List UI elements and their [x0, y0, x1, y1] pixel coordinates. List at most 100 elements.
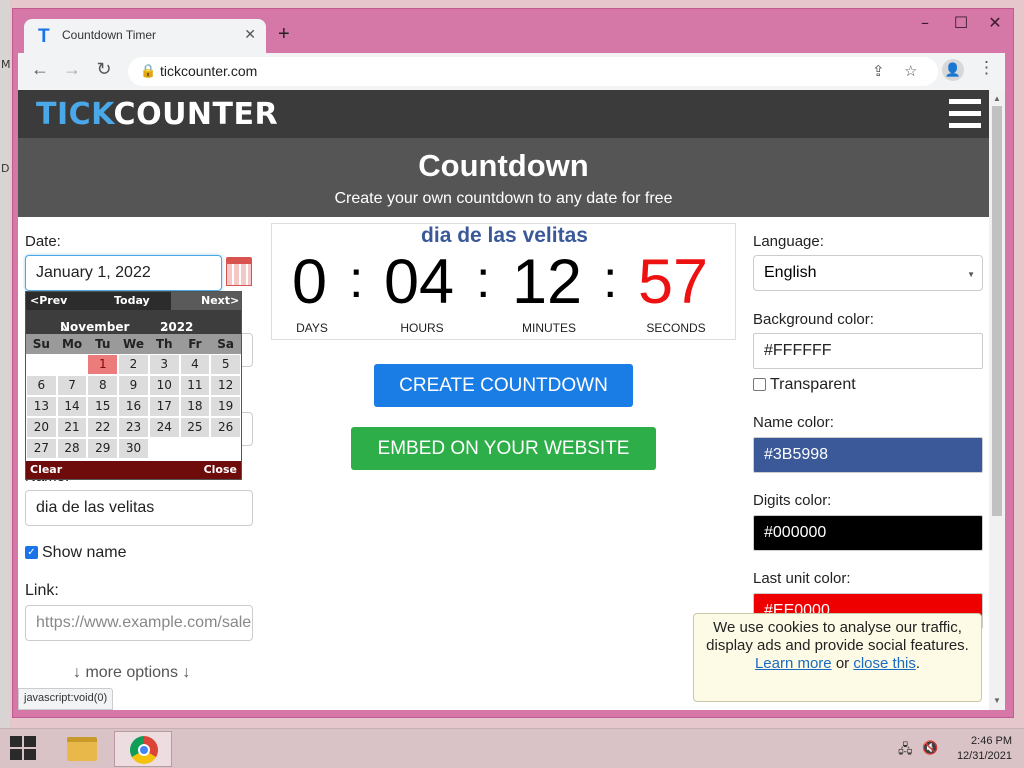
day-cell[interactable]: 20 — [26, 417, 57, 438]
status-tooltip: javascript:void(0) — [18, 688, 114, 710]
day-cell-empty — [26, 354, 57, 375]
datepicker-prev[interactable]: <Prev — [30, 294, 67, 307]
create-countdown-button[interactable]: CREATE COUNTDOWN — [374, 364, 633, 407]
weekday-label: Tu — [87, 334, 119, 354]
day-cell[interactable]: 23 — [118, 417, 149, 438]
chrome-taskbar-icon[interactable] — [114, 731, 172, 767]
volume-muted-icon[interactable]: 🔇 — [922, 740, 938, 756]
chrome-menu-icon[interactable]: ⋮ — [978, 58, 995, 78]
windows-start-icon[interactable] — [10, 736, 38, 762]
transparent-checkbox[interactable] — [753, 378, 766, 391]
browser-tab[interactable]: T Countdown Timer ✕ — [24, 19, 266, 53]
scroll-thumb[interactable] — [992, 106, 1002, 516]
minimize-button[interactable]: – — [910, 13, 940, 32]
tickcounter-logo[interactable]: TICKCOUNTER — [36, 97, 278, 132]
datepicker-today[interactable]: Today — [114, 294, 150, 307]
share-icon[interactable]: ⇪ — [872, 62, 885, 80]
day-cell[interactable]: 29 — [87, 438, 119, 459]
lock-icon[interactable]: 🔒 — [140, 63, 156, 79]
file-explorer-icon[interactable] — [52, 731, 110, 767]
datepicker-close[interactable]: Close — [204, 463, 237, 476]
day-cell[interactable]: 25 — [179, 417, 211, 438]
transparent-label[interactable]: Transparent — [770, 376, 856, 394]
bookmark-star-icon[interactable]: ☆ — [904, 62, 917, 80]
chevron-down-icon: ⌄ — [160, 320, 171, 334]
day-cell-empty — [148, 438, 180, 459]
hero-banner: Countdown Create your own countdown to a… — [18, 138, 989, 217]
datepicker-next[interactable]: Next> — [201, 294, 239, 307]
cookie-or: or — [835, 655, 850, 672]
close-cookie-link[interactable]: close this — [853, 655, 916, 672]
day-cell[interactable]: 10 — [148, 375, 180, 396]
seconds-value: 57 — [638, 247, 709, 317]
cookie-banner: We use cookies to analyse our traffic, d… — [693, 613, 982, 702]
day-cell[interactable]: 15 — [87, 396, 119, 417]
hamburger-menu-icon[interactable] — [949, 99, 981, 135]
bg-color-input[interactable]: #FFFFFF — [753, 333, 983, 369]
browser-toolbar: ← → ↻ 🔒 tickcounter.com ⇪ ☆ 👤 ⋮ — [18, 53, 1005, 90]
maximize-button[interactable]: ☐ — [946, 13, 976, 32]
day-cell[interactable]: 26 — [210, 417, 241, 438]
scroll-up-icon[interactable]: ▲ — [993, 94, 1001, 103]
cookie-period: . — [915, 655, 921, 672]
day-cell[interactable]: 12 — [210, 375, 241, 396]
profile-icon[interactable]: 👤 — [942, 59, 964, 81]
back-icon[interactable]: ← — [28, 59, 52, 80]
day-cell[interactable]: 8 — [87, 375, 119, 396]
date-input[interactable]: January 1, 2022 — [25, 255, 222, 291]
day-cell[interactable]: 19 — [210, 396, 241, 417]
url-text[interactable]: tickcounter.com — [160, 63, 257, 79]
link-label: Link: — [25, 582, 59, 599]
system-clock[interactable]: 2:46 PM 12/31/2021 — [950, 734, 1012, 764]
learn-more-link[interactable]: Learn more — [755, 655, 832, 672]
language-select[interactable]: English ▼ — [753, 255, 983, 291]
name-color-input[interactable]: #3B5998 — [753, 437, 983, 473]
desktop-edge: M D — [0, 0, 11, 730]
day-cell[interactable]: 17 — [148, 396, 180, 417]
datepicker-clear[interactable]: Clear — [30, 463, 62, 476]
day-cell[interactable]: 7 — [56, 375, 88, 396]
day-cell-empty — [56, 354, 88, 375]
network-icon[interactable]: 🖧 — [898, 740, 913, 762]
day-cell[interactable]: 3 — [148, 354, 180, 375]
embed-button[interactable]: EMBED ON YOUR WEBSITE — [351, 427, 656, 470]
day-cell[interactable]: 4 — [179, 354, 211, 375]
forward-icon[interactable]: → — [60, 59, 84, 80]
clock-date: 12/31/2021 — [956, 750, 1012, 762]
bg-color-label: Background color: — [753, 311, 874, 328]
name-input[interactable]: dia de las velitas — [25, 490, 253, 526]
day-cell[interactable]: 27 — [26, 438, 57, 459]
day-cell[interactable]: 13 — [26, 396, 57, 417]
days-unit-label: DAYS — [296, 321, 328, 335]
day-cell[interactable]: 18 — [179, 396, 211, 417]
digits-color-input[interactable]: #000000 — [753, 515, 983, 551]
link-input[interactable]: https://www.example.com/sale — [25, 605, 253, 641]
day-cell[interactable]: 16 — [118, 396, 149, 417]
calendar-icon[interactable] — [226, 257, 252, 287]
month-value: November — [60, 320, 130, 334]
day-cell[interactable]: 6 — [26, 375, 57, 396]
new-tab-button[interactable]: + — [278, 23, 290, 46]
day-cell[interactable]: 24 — [148, 417, 180, 438]
reload-icon[interactable]: ↻ — [92, 59, 116, 80]
address-bar[interactable]: 🔒 tickcounter.com ⇪ ☆ — [128, 57, 938, 86]
day-cell[interactable]: 9 — [118, 375, 149, 396]
day-cell[interactable]: 5 — [210, 354, 241, 375]
day-cell[interactable]: 11 — [179, 375, 211, 396]
more-options-link[interactable]: ↓ more options ↓ — [73, 664, 190, 682]
day-cell[interactable]: 14 — [56, 396, 88, 417]
day-cell[interactable]: 1 — [87, 354, 119, 375]
close-window-button[interactable]: ✕ — [980, 13, 1010, 32]
day-cell[interactable]: 28 — [56, 438, 88, 459]
day-cell[interactable]: 21 — [56, 417, 88, 438]
day-cell[interactable]: 2 — [118, 354, 149, 375]
show-name-label[interactable]: Show name — [42, 544, 127, 562]
page-scrollbar[interactable]: ▲ ▼ — [989, 90, 1005, 710]
show-name-checkbox[interactable]: ✓ — [25, 546, 38, 559]
tab-close-icon[interactable]: ✕ — [244, 26, 256, 43]
day-cell[interactable]: 22 — [87, 417, 119, 438]
scroll-down-icon[interactable]: ▼ — [993, 696, 1001, 705]
separator: : — [349, 251, 364, 309]
day-cell[interactable]: 30 — [118, 438, 149, 459]
weekday-header: Su Mo Tu We Th Fr Sa — [26, 334, 241, 354]
